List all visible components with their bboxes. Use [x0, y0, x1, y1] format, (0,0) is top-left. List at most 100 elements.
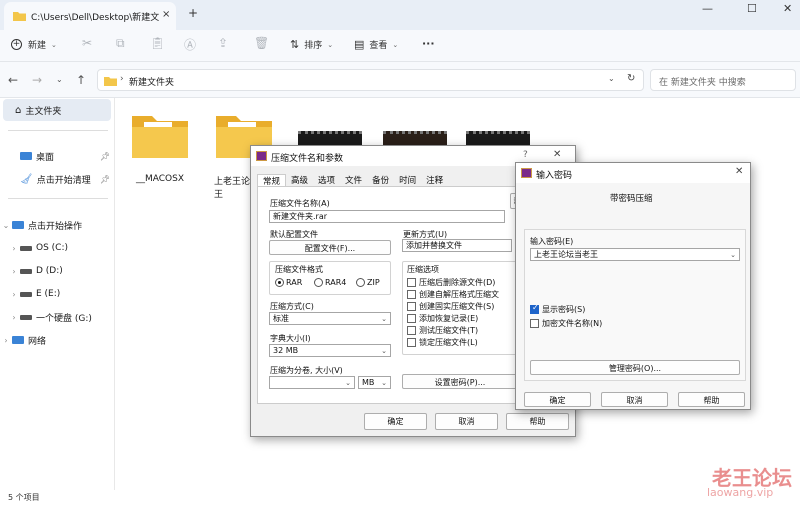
help-button[interactable]: 帮助	[506, 413, 569, 430]
navigation-pane: ⌂ 主文件夹 桌面 📌︎ 🧹︎ 点击开始清理 📌︎ ⌄ 点击开始操作 › OS …	[0, 98, 115, 490]
format-zip-radio[interactable]: ZIP	[356, 278, 380, 287]
format-group: 压缩文件格式 RAR RAR4 ZIP	[269, 261, 391, 295]
forward-arrow-icon[interactable]: →	[32, 73, 42, 87]
chevron-down-icon[interactable]: ⌄	[0, 221, 12, 230]
tab-close-icon[interactable]: ×	[162, 9, 170, 20]
tab-title: C:\Users\Dell\Desktop\新建文	[31, 13, 160, 23]
sidebar-item-home[interactable]: ⌂ 主文件夹	[3, 99, 111, 121]
copy-icon[interactable]: ⧉	[116, 36, 125, 51]
folder-icon	[13, 10, 26, 21]
breadcrumb-current[interactable]: 新建文件夹	[129, 75, 174, 88]
option-recovery-checkbox[interactable]: 添加恢复记录(E)	[407, 313, 478, 324]
tab-active[interactable]: C:\Users\Dell\Desktop\新建文 ×	[4, 2, 176, 30]
sidebar-item-label: 点击开始清理	[36, 175, 91, 186]
back-arrow-icon[interactable]: ←	[8, 73, 18, 87]
sidebar-item-desktop[interactable]: 桌面 📌︎	[0, 145, 114, 167]
cancel-button[interactable]: 取消	[435, 413, 498, 430]
view-button[interactable]: ▤ 查看 ⌄	[354, 38, 398, 51]
manage-passwords-button[interactable]: 管理密码(O)...	[530, 360, 740, 375]
plus-circle-icon: +	[11, 39, 22, 50]
share-icon[interactable]: ⇪	[218, 36, 228, 50]
address-dropdown-icon[interactable]: ⌄	[608, 74, 615, 83]
address-bar[interactable]: › 新建文件夹 ⌄ ↻	[97, 69, 644, 91]
encrypt-names-checkbox[interactable]: 加密文件名称(N)	[530, 318, 602, 329]
sidebar-item-label: 桌面	[36, 152, 55, 163]
method-select[interactable]: 标准 ⌄	[269, 312, 391, 325]
drive-icon	[20, 291, 32, 297]
sidebar-item-network[interactable]: › 网络	[0, 329, 114, 351]
maximize-button[interactable]: ☐	[747, 2, 757, 15]
options-group: 压缩选项 压缩后删除源文件(D) 创建自解压格式压缩文 创建固实压缩文件(S) …	[402, 261, 518, 355]
option-delete-after-checkbox[interactable]: 压缩后删除源文件(D)	[407, 277, 495, 288]
cleanup-icon: 🧹︎	[20, 173, 33, 185]
new-tab-button[interactable]: +	[188, 6, 198, 20]
sidebar-item-this-pc[interactable]: ⌄ 点击开始操作	[0, 214, 114, 236]
delete-icon[interactable]: 🗑︎	[254, 36, 269, 50]
sidebar-item-label: 网络	[28, 336, 47, 347]
up-arrow-icon[interactable]: ↑	[76, 73, 86, 87]
help-button[interactable]: 帮助	[678, 392, 745, 407]
new-button[interactable]: + 新建 ⌄	[11, 38, 57, 51]
split-size-input[interactable]: ⌄	[269, 376, 355, 389]
checkbox-label: 添加恢复记录(E)	[419, 314, 479, 323]
ok-button[interactable]: 确定	[364, 413, 427, 430]
split-unit-select[interactable]: MB ⌄	[358, 376, 391, 389]
paste-icon[interactable]: 📋︎	[150, 36, 165, 50]
refresh-icon[interactable]: ↻	[627, 73, 635, 84]
set-password-button[interactable]: 设置密码(P)...	[402, 374, 518, 389]
sidebar-item-drive-e[interactable]: › E (E:)	[0, 283, 114, 305]
sort-button[interactable]: ⇅ 排序 ⌄	[290, 38, 333, 51]
update-mode-select[interactable]: 添加并替换文件	[402, 239, 512, 252]
checkbox-checked-icon	[530, 303, 539, 314]
sidebar-item-drive-c[interactable]: › OS (C:)	[0, 237, 114, 259]
rename-icon[interactable]: Ⓐ	[184, 36, 196, 53]
pin-icon[interactable]: 📌︎	[100, 175, 110, 184]
pin-icon[interactable]: 📌︎	[100, 152, 110, 161]
chevron-right-icon[interactable]: ›	[0, 336, 12, 345]
sidebar-item-drive-d[interactable]: › D (D:)	[0, 260, 114, 282]
option-sfx-checkbox[interactable]: 创建自解压格式压缩文	[407, 289, 499, 300]
divider	[8, 198, 108, 199]
dictionary-select[interactable]: 32 MB ⌄	[269, 344, 391, 357]
sidebar-item-label: 点击开始操作	[28, 221, 83, 232]
option-test-checkbox[interactable]: 测试压缩文件(T)	[407, 325, 478, 336]
chevron-down-icon: ⌄	[381, 347, 387, 355]
sidebar-item-cleanup[interactable]: 🧹︎ 点击开始清理 📌︎	[0, 168, 114, 190]
chevron-right-icon[interactable]: ›	[8, 313, 20, 322]
help-icon[interactable]: ?	[523, 150, 528, 160]
minimize-button[interactable]: —	[702, 2, 713, 15]
title-bar: C:\Users\Dell\Desktop\新建文 × + — ☐ ✕	[0, 0, 800, 30]
close-window-button[interactable]: ✕	[783, 2, 792, 15]
split-label: 压缩为分卷, 大小(V)	[270, 366, 343, 375]
radio-selected-icon	[275, 278, 284, 287]
more-options-button[interactable]: ···	[422, 37, 435, 50]
option-lock-checkbox[interactable]: 锁定压缩文件(L)	[407, 337, 478, 348]
recent-chevron-icon[interactable]: ⌄	[56, 75, 63, 84]
format-group-label: 压缩文件格式	[275, 265, 323, 274]
ok-button[interactable]: 确定	[524, 392, 591, 407]
format-rar-radio[interactable]: RAR	[275, 278, 302, 287]
file-item-folder[interactable]: __MACOSX	[124, 110, 196, 184]
option-solid-checkbox[interactable]: 创建固实压缩文件(S)	[407, 301, 494, 312]
search-input[interactable]: 在 新建文件夹 中搜索	[650, 69, 796, 91]
address-row: ← → ⌄ ↑ › 新建文件夹 ⌄ ↻ 在 新建文件夹 中搜索	[0, 62, 800, 98]
show-password-checkbox[interactable]: 显示密码(S)	[530, 303, 585, 315]
sidebar-item-drive-g[interactable]: › 一个硬盘 (G:)	[0, 306, 114, 328]
close-icon[interactable]: ✕	[553, 149, 561, 160]
drive-icon	[20, 314, 32, 320]
checkbox-icon	[530, 319, 539, 328]
chevron-right-icon[interactable]: ›	[8, 244, 20, 253]
chevron-down-icon: ⌄	[381, 379, 387, 387]
view-label: 查看	[369, 41, 388, 51]
chevron-right-icon[interactable]: ›	[8, 267, 20, 276]
checkbox-label: 创建自解压格式压缩文	[419, 290, 499, 299]
cancel-button[interactable]: 取消	[601, 392, 668, 407]
close-icon[interactable]: ✕	[735, 166, 743, 177]
password-input[interactable]: 上老王论坛当老王 ⌄	[530, 248, 740, 261]
dictionary-label: 字典大小(I)	[270, 334, 311, 343]
cut-icon[interactable]: ✂	[82, 36, 92, 50]
profile-button[interactable]: 配置文件(F)...	[269, 240, 391, 255]
format-rar4-radio[interactable]: RAR4	[314, 278, 346, 287]
filename-input[interactable]: 新建文件夹.rar	[269, 210, 505, 223]
chevron-right-icon[interactable]: ›	[8, 290, 20, 299]
